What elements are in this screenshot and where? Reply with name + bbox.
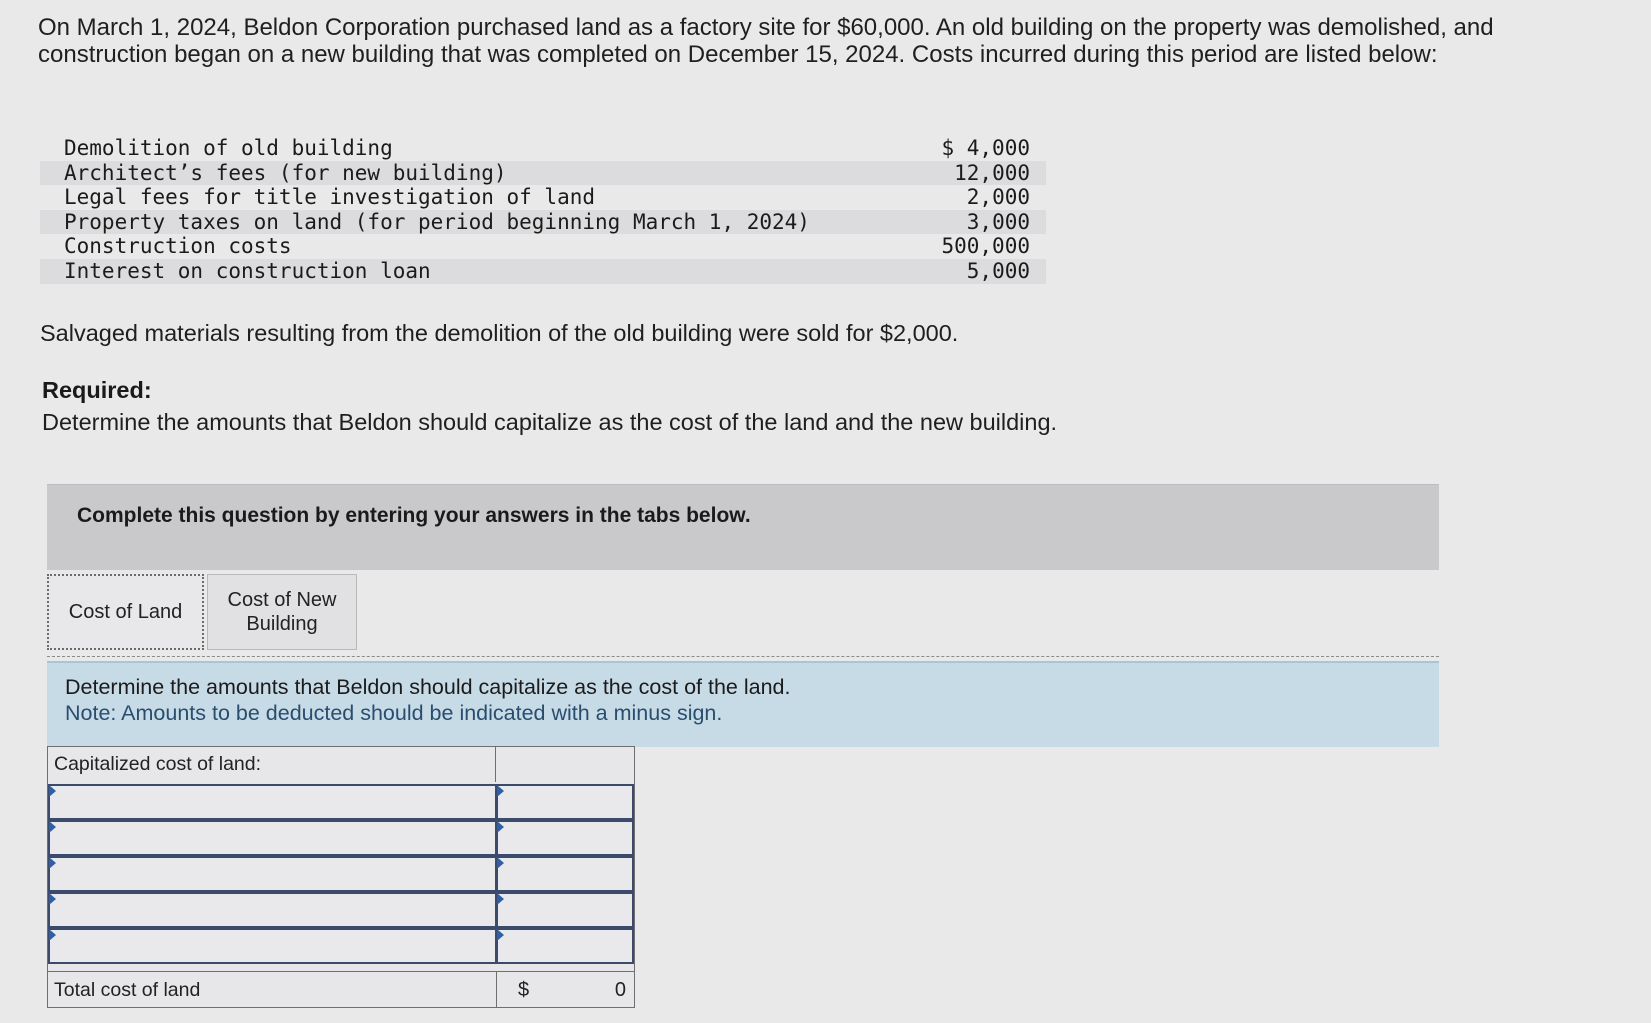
land-row-description-input[interactable] bbox=[48, 856, 497, 892]
cost-row: Property taxes on land (for period begin… bbox=[40, 209, 1046, 235]
cost-row: Architect’s fees (for new building) 12,0… bbox=[40, 160, 1046, 186]
tab-label: Cost of New Building bbox=[227, 589, 337, 635]
cost-row: Legal fees for title investigation of la… bbox=[40, 185, 1046, 210]
table-header: Capitalized cost of land: bbox=[48, 747, 496, 782]
cost-amount: $ 4,000 bbox=[941, 136, 1030, 160]
total-value: 0 bbox=[614, 979, 626, 1001]
land-cost-table: Capitalized cost of land: Total cost of … bbox=[47, 746, 635, 1008]
panel-note: Note: Amounts to be deducted should be i… bbox=[65, 701, 723, 725]
land-row-amount-input[interactable] bbox=[496, 820, 634, 856]
land-row-description-input[interactable] bbox=[48, 784, 497, 820]
tab-divider bbox=[47, 656, 1439, 657]
required-heading: Required: bbox=[42, 377, 152, 403]
cost-list: Demolition of old building $ 4,000 Archi… bbox=[40, 136, 1046, 284]
required-text: Determine the amounts that Beldon should… bbox=[42, 409, 1058, 435]
land-row-description-input[interactable] bbox=[48, 928, 497, 964]
table-header-label: Capitalized cost of land: bbox=[54, 753, 262, 775]
cost-label: Demolition of old building bbox=[64, 136, 393, 160]
land-row-amount-input[interactable] bbox=[496, 784, 634, 820]
total-currency: $ bbox=[518, 979, 530, 1001]
instruction-panel: Determine the amounts that Beldon should… bbox=[47, 661, 1439, 747]
panel-instruction: Determine the amounts that Beldon should… bbox=[65, 675, 791, 699]
tab-cost-of-land[interactable]: Cost of Land bbox=[47, 574, 204, 650]
land-row-amount-input[interactable] bbox=[496, 928, 634, 964]
land-row-amount-input[interactable] bbox=[496, 856, 634, 892]
tab-cost-of-new-building[interactable]: Cost of New Building bbox=[207, 574, 357, 650]
cost-label: Legal fees for title investigation of la… bbox=[64, 185, 596, 210]
cost-label: Property taxes on land (for period begin… bbox=[64, 209, 810, 234]
problem-intro: On March 1, 2024, Beldon Corporation pur… bbox=[38, 14, 1494, 68]
cost-amount: 3,000 bbox=[966, 209, 1030, 234]
cost-label: Architect’s fees (for new building) bbox=[64, 160, 507, 185]
total-label: Total cost of land bbox=[54, 979, 201, 1001]
cost-row: Construction costs 500,000 bbox=[40, 234, 1046, 259]
tab-label: Cost of Land bbox=[68, 601, 183, 623]
salvage-note: Salvaged materials resulting from the de… bbox=[40, 320, 959, 346]
cost-row: Interest on construction loan 5,000 bbox=[40, 258, 1046, 284]
total-row: Total cost of land $ 0 bbox=[48, 971, 634, 1008]
cost-label: Construction costs bbox=[64, 234, 292, 259]
cost-amount: 2,000 bbox=[966, 185, 1030, 210]
land-row-description-input[interactable] bbox=[48, 892, 497, 928]
table-header-amount-cell bbox=[496, 747, 634, 782]
instructions-banner: Complete this question by entering your … bbox=[47, 484, 1439, 570]
land-row-description-input[interactable] bbox=[48, 820, 497, 856]
total-separator bbox=[496, 972, 497, 1008]
cost-amount: 12,000 bbox=[954, 160, 1030, 185]
land-row-amount-input[interactable] bbox=[496, 892, 634, 928]
cost-amount: 5,000 bbox=[966, 258, 1030, 283]
instructions-text: Complete this question by entering your … bbox=[77, 504, 751, 527]
cost-amount: 500,000 bbox=[941, 234, 1030, 259]
cost-row: Demolition of old building $ 4,000 bbox=[40, 136, 1046, 161]
cost-label: Interest on construction loan bbox=[64, 258, 431, 283]
